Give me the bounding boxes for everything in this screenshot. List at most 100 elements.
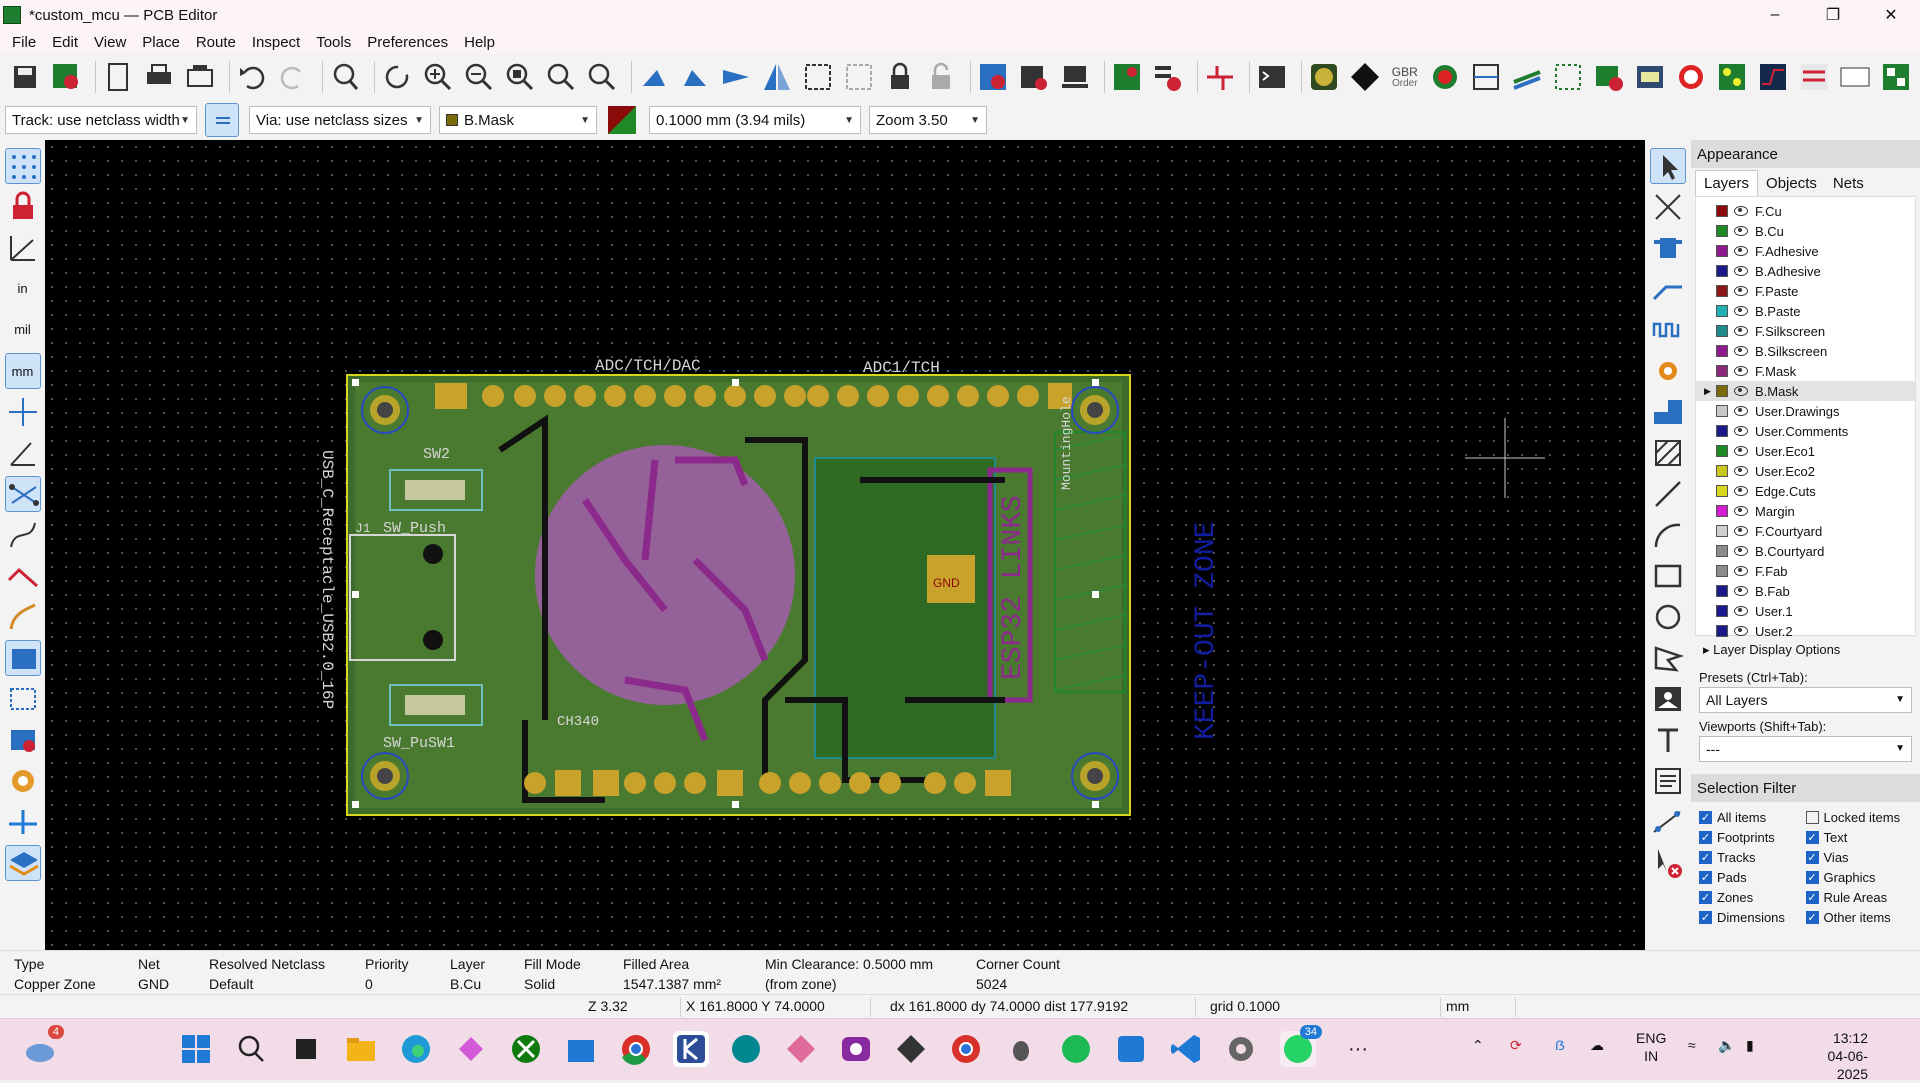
plot-button[interactable] bbox=[183, 60, 217, 94]
layer-row[interactable]: F.Cu bbox=[1696, 201, 1915, 221]
add-rule-area-button[interactable] bbox=[1650, 435, 1686, 471]
add-via-button[interactable] bbox=[1650, 353, 1686, 389]
layer-color-swatch[interactable] bbox=[1716, 545, 1728, 557]
update-pcb-button[interactable] bbox=[976, 60, 1010, 94]
layer-color-swatch[interactable] bbox=[1716, 425, 1728, 437]
mirror-button[interactable] bbox=[760, 60, 794, 94]
bluetooth-icon[interactable]: ẞ bbox=[1555, 1037, 1565, 1053]
app-15-button[interactable] bbox=[1003, 1031, 1039, 1067]
plugin-8-button[interactable] bbox=[1633, 60, 1667, 94]
visibility-eye-icon[interactable] bbox=[1734, 266, 1748, 276]
layer-color-swatch[interactable] bbox=[1716, 345, 1728, 357]
visibility-eye-icon[interactable] bbox=[1734, 366, 1748, 376]
filter-checkbox[interactable]: ✓ Pads bbox=[1699, 868, 1806, 886]
filter-checkbox[interactable]: ✓ All items bbox=[1699, 808, 1806, 826]
layer-row[interactable]: F.Silkscreen bbox=[1696, 321, 1915, 341]
layer-row[interactable]: F.Paste bbox=[1696, 281, 1915, 301]
visibility-eye-icon[interactable] bbox=[1734, 466, 1748, 476]
plugin-13-button[interactable] bbox=[1838, 60, 1872, 94]
clock[interactable]: 13:12 04-06-2025 bbox=[1798, 1029, 1868, 1083]
lock-button[interactable] bbox=[883, 60, 917, 94]
visibility-eye-icon[interactable] bbox=[1734, 546, 1748, 556]
visibility-eye-icon[interactable] bbox=[1734, 606, 1748, 616]
visibility-eye-icon[interactable] bbox=[1734, 206, 1748, 216]
ungroup-button[interactable] bbox=[842, 60, 876, 94]
zoom-select[interactable]: Zoom 3.50 ▼ bbox=[869, 106, 987, 134]
curved-ratsnest-button[interactable] bbox=[5, 517, 41, 553]
print-button[interactable] bbox=[142, 60, 176, 94]
visibility-eye-icon[interactable] bbox=[1734, 246, 1748, 256]
edge-button[interactable] bbox=[398, 1031, 434, 1067]
layer-color-swatch[interactable] bbox=[1716, 245, 1728, 257]
visibility-eye-icon[interactable] bbox=[1734, 286, 1748, 296]
search-button[interactable] bbox=[233, 1031, 269, 1067]
redo-button[interactable] bbox=[276, 60, 310, 94]
layer-row[interactable]: F.Adhesive bbox=[1696, 241, 1915, 261]
add-textbox-button[interactable] bbox=[1650, 763, 1686, 799]
filter-checkbox[interactable]: ✓ Rule Areas bbox=[1805, 888, 1913, 906]
angle-snap-button[interactable] bbox=[5, 435, 41, 471]
draw-line-button[interactable] bbox=[1650, 476, 1686, 512]
layer-color-swatch[interactable] bbox=[1716, 605, 1728, 617]
layer-row[interactable]: B.Cu bbox=[1696, 221, 1915, 241]
gbr-order-button[interactable]: GBR Order bbox=[1389, 60, 1421, 94]
chrome-button[interactable] bbox=[618, 1031, 654, 1067]
layer-color-swatch[interactable] bbox=[1716, 445, 1728, 457]
xbox-button[interactable] bbox=[508, 1031, 544, 1067]
filter-checkbox[interactable]: Locked items bbox=[1805, 808, 1913, 826]
close-button[interactable]: ✕ bbox=[1862, 0, 1920, 30]
layer-color-swatch[interactable] bbox=[1716, 465, 1728, 477]
zoom-in-button[interactable] bbox=[421, 60, 455, 94]
file-explorer-button[interactable] bbox=[343, 1031, 379, 1067]
add-footprint-button[interactable] bbox=[1650, 230, 1686, 266]
visibility-eye-icon[interactable] bbox=[1734, 346, 1748, 356]
footprint-editor-button[interactable] bbox=[1058, 60, 1092, 94]
layer-color-swatch[interactable] bbox=[1716, 405, 1728, 417]
via-size-select[interactable]: Via: use netclass sizes ▼ bbox=[249, 106, 431, 134]
cursor-style-button[interactable] bbox=[5, 394, 41, 430]
layer-row[interactable]: User.Comments bbox=[1696, 421, 1915, 441]
drc-button[interactable] bbox=[1151, 60, 1185, 94]
layer-row[interactable]: User.Eco2 bbox=[1696, 461, 1915, 481]
visibility-eye-icon[interactable] bbox=[1734, 426, 1748, 436]
layer-row[interactable]: Margin bbox=[1696, 501, 1915, 521]
menu-file[interactable]: File bbox=[4, 34, 44, 51]
visibility-eye-icon[interactable] bbox=[1734, 526, 1748, 536]
visibility-eye-icon[interactable] bbox=[1734, 486, 1748, 496]
viewports-select[interactable]: --- ▼ bbox=[1699, 736, 1912, 762]
plugin-3-button[interactable] bbox=[1428, 60, 1462, 94]
layer-color-swatch[interactable] bbox=[1716, 205, 1728, 217]
visibility-eye-icon[interactable] bbox=[1734, 226, 1748, 236]
route-track-button[interactable] bbox=[1650, 271, 1686, 307]
filter-checkbox[interactable]: ✓ Dimensions bbox=[1699, 908, 1806, 926]
plugin-1-button[interactable] bbox=[1307, 60, 1341, 94]
kicad-taskbar-button[interactable] bbox=[673, 1031, 709, 1067]
visibility-eye-icon[interactable] bbox=[1734, 406, 1748, 416]
whatsapp-button[interactable]: 34 bbox=[1280, 1025, 1322, 1067]
layer-row[interactable]: B.Paste bbox=[1696, 301, 1915, 321]
layer-row[interactable]: Edge.Cuts bbox=[1696, 481, 1915, 501]
menu-inspect[interactable]: Inspect bbox=[244, 34, 308, 51]
visibility-eye-icon[interactable] bbox=[1734, 506, 1748, 516]
add-zone-button[interactable] bbox=[1650, 394, 1686, 430]
net-inspector-button[interactable] bbox=[1203, 60, 1237, 94]
units-mm-button[interactable]: mm bbox=[4, 353, 41, 389]
plugin-4-button[interactable] bbox=[1469, 60, 1503, 94]
language-indicator[interactable]: ENG IN bbox=[1636, 1029, 1666, 1065]
layer-color-swatch[interactable] bbox=[1716, 285, 1728, 297]
filter-checkbox[interactable]: ✓ Graphics bbox=[1805, 868, 1913, 886]
layer-color-swatch[interactable] bbox=[1716, 265, 1728, 277]
vscode-button[interactable] bbox=[1168, 1031, 1204, 1067]
save-button[interactable] bbox=[8, 60, 42, 94]
rotate-ccw-button[interactable] bbox=[637, 60, 671, 94]
layer-color-swatch[interactable] bbox=[1716, 225, 1728, 237]
wifi-icon[interactable]: ≈ bbox=[1688, 1037, 1696, 1053]
refresh-button[interactable] bbox=[380, 60, 414, 94]
select-tool-button[interactable] bbox=[1650, 148, 1686, 184]
battery-icon[interactable]: ▮ bbox=[1746, 1037, 1754, 1054]
add-dimension-button[interactable] bbox=[1650, 804, 1686, 840]
menu-help[interactable]: Help bbox=[456, 34, 503, 51]
presets-select[interactable]: All Layers ▼ bbox=[1699, 687, 1912, 713]
visibility-eye-icon[interactable] bbox=[1734, 326, 1748, 336]
rotate-cw-button[interactable] bbox=[678, 60, 712, 94]
